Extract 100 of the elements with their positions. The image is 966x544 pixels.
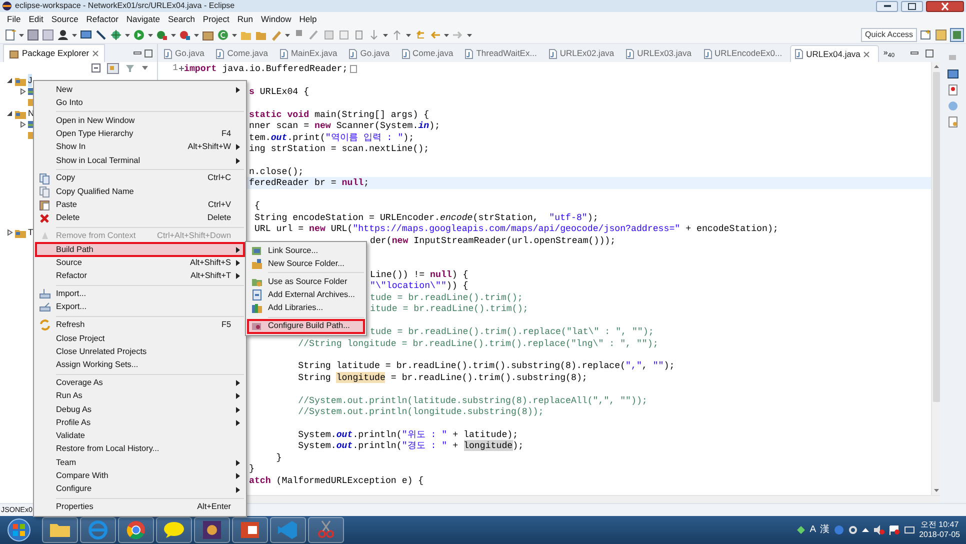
menu-item[interactable]: Copy Ctrl+C [36, 172, 244, 186]
menu-item[interactable]: Show in Local Terminal [36, 154, 244, 168]
menu-item[interactable]: Paste Ctrl+V [36, 198, 244, 212]
close-icon[interactable] [92, 50, 100, 57]
editor-tab[interactable]: Go.java [345, 45, 398, 62]
menu-item[interactable]: Run As [36, 390, 244, 404]
menu-item[interactable]: Validate [36, 430, 244, 443]
minimize-icon[interactable] [133, 50, 142, 56]
run-icon[interactable] [133, 28, 145, 40]
scissors-taskbar-button[interactable] [308, 517, 344, 543]
search-field[interactable]: Quick Access [861, 28, 917, 42]
link-editor-icon[interactable] [107, 62, 119, 74]
menu-item[interactable]: Use as Source Folder [248, 275, 364, 288]
show-hidden-icons-icon[interactable] [862, 527, 870, 533]
menu-item[interactable]: Navigate [122, 12, 164, 26]
menu-item[interactable]: Edit [24, 12, 48, 26]
debug-perspective-icon[interactable] [950, 28, 964, 42]
menu-item[interactable]: Delete Delete [36, 212, 244, 226]
menu-item[interactable]: Go Into [36, 96, 244, 110]
menu-item[interactable]: Search [164, 12, 199, 26]
menu-item[interactable]: Refresh F5 [36, 318, 244, 332]
menu-item[interactable]: Restore from Local History... [36, 442, 244, 456]
class-icon[interactable] [217, 28, 229, 40]
menu-item[interactable]: Import... [36, 288, 244, 301]
editor-tab[interactable]: URLEncodeEx0... [700, 45, 790, 62]
menu-item[interactable]: Link Source... [248, 244, 364, 258]
menu-item[interactable]: Copy Qualified Name [36, 185, 244, 199]
input-method-icon[interactable] [796, 525, 806, 535]
collapse-all-icon[interactable] [91, 63, 101, 73]
flag-icon[interactable] [889, 525, 900, 535]
clock-time[interactable]: 오전 10:47 [920, 520, 959, 530]
tool-run-icon[interactable] [179, 28, 191, 40]
vertical-scrollbar[interactable] [931, 62, 940, 495]
menu-item[interactable]: New Source Folder... [248, 257, 364, 271]
menu-item[interactable]: Compare With [36, 470, 244, 483]
input-mode-indicator[interactable]: A [810, 522, 816, 538]
view-menu-icon[interactable] [141, 64, 149, 72]
folded-code-icon[interactable] [350, 64, 357, 73]
menu-item[interactable]: Close Unrelated Projects [36, 345, 244, 359]
tree-item[interactable]: T [28, 226, 34, 239]
tree-item[interactable]: J [28, 74, 32, 87]
person-icon[interactable] [57, 28, 69, 40]
collapsed-arrow-icon[interactable] [19, 121, 26, 128]
editor-tab[interactable]: Come.java [212, 45, 276, 62]
menu-item[interactable]: Add Libraries... [248, 302, 364, 316]
folder-taskbar-button[interactable] [42, 517, 78, 543]
speaker-muted-icon[interactable] [873, 525, 886, 535]
editor-tab[interactable]: URLEx02.java [544, 45, 622, 62]
close-button[interactable] [926, 0, 964, 12]
menu-item[interactable]: Configure [36, 482, 244, 496]
app-taskbar-button[interactable] [194, 517, 230, 543]
menu-item[interactable]: Project [198, 12, 234, 26]
editor-tab[interactable]: ThreadWaitEx... [461, 45, 545, 62]
expanded-arrow-icon[interactable] [6, 110, 13, 117]
menu-item[interactable]: Open in New Window [36, 114, 244, 128]
maximize-icon[interactable] [925, 48, 934, 58]
fold-icon[interactable] [179, 66, 184, 72]
menu-item[interactable]: Debug As [36, 403, 244, 416]
menu-item[interactable]: Assign Working Sets... [36, 358, 244, 372]
menu-item[interactable]: Source Alt+Shift+S [36, 256, 244, 270]
expanded-arrow-icon[interactable] [6, 77, 13, 84]
collapsed-arrow-icon[interactable] [6, 229, 13, 236]
menu-item[interactable]: Window [256, 12, 296, 26]
browser-taskbar-button[interactable] [80, 517, 116, 543]
editor-tab[interactable]: MainEx.java [276, 45, 346, 62]
menu-item[interactable]: Profile As [36, 416, 244, 430]
more-tabs-button[interactable]: »$_{40}$ [879, 47, 899, 59]
menu-item[interactable]: Close Project [36, 332, 244, 346]
clock-date[interactable]: 2018-07-05 [919, 530, 960, 540]
document-search-icon[interactable] [947, 116, 959, 128]
open-perspective-icon[interactable] [920, 28, 932, 40]
menu-item[interactable]: Export... [36, 300, 244, 314]
save-icon[interactable] [27, 28, 39, 40]
collapsed-arrow-icon[interactable] [19, 88, 26, 95]
menu-item[interactable]: Refactor Alt+Shift+T [36, 270, 244, 283]
input-mode-indicator[interactable]: 漢 [820, 522, 830, 538]
menu-item[interactable]: Refactor [82, 12, 122, 26]
presentation-taskbar-button[interactable] [232, 517, 268, 543]
editor-tab[interactable]: URLEx03.java [622, 45, 700, 62]
editor-tab[interactable]: Come.java [398, 45, 462, 62]
minimize-icon[interactable] [910, 50, 919, 56]
menu-item[interactable]: Open Type Hierarchy F4 [36, 127, 244, 141]
menu-item[interactable]: File [3, 12, 25, 26]
menu-item[interactable]: Add External Archives... [248, 288, 364, 302]
editor-tab[interactable]: URLEx04.java [790, 45, 880, 62]
menu-item[interactable]: Show In Alt+Shift+W [36, 140, 244, 154]
minimize-button[interactable] [876, 0, 898, 12]
circle-logo-taskbar-button[interactable] [118, 517, 154, 543]
menu-item[interactable]: Configure Build Path... [248, 320, 364, 333]
coverage-icon[interactable] [156, 28, 168, 40]
menu-item[interactable]: Coverage As [36, 376, 244, 390]
menu-item[interactable]: Team [36, 456, 244, 470]
maximize-button[interactable] [901, 0, 923, 12]
chat-bubble-taskbar-button[interactable] [156, 517, 192, 543]
menu-item[interactable]: Run [233, 12, 257, 26]
java-perspective-icon[interactable] [935, 28, 947, 40]
new-file-icon[interactable] [4, 28, 16, 40]
menu-item[interactable]: Build Path [36, 243, 244, 256]
maximize-icon[interactable] [144, 48, 153, 58]
problems-icon[interactable] [947, 84, 959, 96]
